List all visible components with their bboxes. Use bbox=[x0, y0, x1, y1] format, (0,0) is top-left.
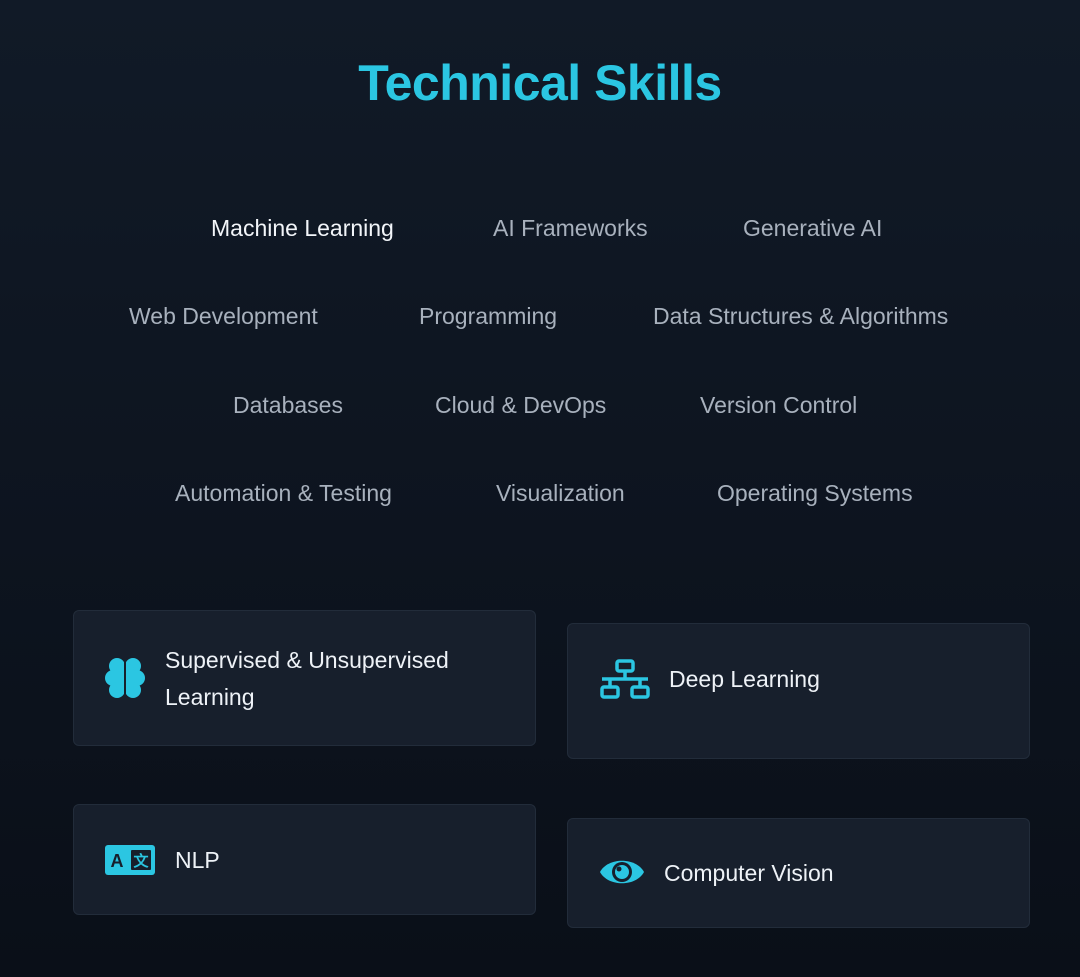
skill-card-computer-vision: Computer Vision bbox=[567, 818, 1030, 928]
skill-card-label: Deep Learning bbox=[669, 666, 820, 692]
tab-machine-learning[interactable]: Machine Learning bbox=[211, 213, 394, 243]
brain-icon bbox=[104, 656, 146, 705]
skill-card-deep-learning: Deep Learning bbox=[567, 623, 1030, 759]
skill-card-label: NLP bbox=[175, 847, 220, 873]
tab-cloud-devops[interactable]: Cloud & DevOps bbox=[435, 390, 606, 420]
tab-visualization[interactable]: Visualization bbox=[496, 478, 625, 508]
section-title: Technical Skills bbox=[358, 55, 722, 111]
skills-section: Technical Skills Machine Learning AI Fra… bbox=[0, 0, 1080, 977]
skill-card-label-line2: Learning bbox=[165, 684, 255, 710]
skill-card-nlp: A 文 NLP bbox=[73, 804, 536, 915]
skill-card-label-line1: Supervised & Unsupervised bbox=[165, 647, 449, 673]
tab-databases[interactable]: Databases bbox=[233, 390, 343, 420]
skill-card-label: Computer Vision bbox=[664, 860, 834, 886]
translate-icon: A 文 bbox=[105, 845, 155, 880]
svg-text:文: 文 bbox=[133, 852, 149, 870]
tab-operating-systems[interactable]: Operating Systems bbox=[717, 478, 913, 508]
tab-generative-ai[interactable]: Generative AI bbox=[743, 213, 882, 243]
svg-text:A: A bbox=[111, 851, 124, 871]
tab-programming[interactable]: Programming bbox=[419, 301, 557, 331]
skill-card-supervised-unsupervised: Supervised & Unsupervised Learning bbox=[73, 610, 536, 746]
network-icon bbox=[600, 659, 650, 704]
tab-automation-testing[interactable]: Automation & Testing bbox=[175, 478, 392, 508]
eye-icon bbox=[599, 854, 645, 895]
tab-data-structures-algorithms[interactable]: Data Structures & Algorithms bbox=[653, 301, 948, 331]
tab-web-development[interactable]: Web Development bbox=[129, 301, 318, 331]
tab-version-control[interactable]: Version Control bbox=[700, 390, 857, 420]
tab-ai-frameworks[interactable]: AI Frameworks bbox=[493, 213, 648, 243]
